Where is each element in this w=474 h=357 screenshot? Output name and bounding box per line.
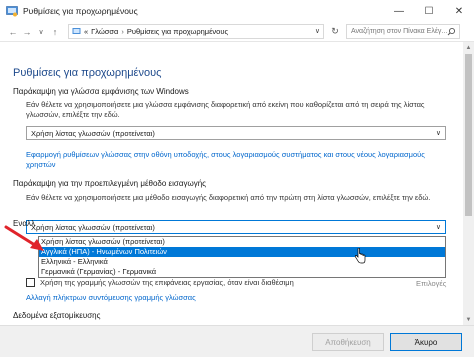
page-title: Ρυθμίσεις για προχωρημένους [13,67,162,79]
search-icon[interactable] [447,27,456,36]
cancel-button[interactable]: Άκυρο [390,333,462,351]
language-bar-checkbox-label[interactable]: Χρήση της γραμμής γλωσσών της επιφάνειας… [40,278,294,287]
display-override-heading: Παράκαμψη για γλώσσα εμφάνισης των Windo… [13,87,189,96]
close-button[interactable]: ✕ [444,0,474,22]
footer-bar: Αποθήκευση Άκυρο [0,325,474,357]
change-hotkeys-link[interactable]: Αλλαγή πλήκτρων συντόμευσης γραμμής γλώσ… [26,293,426,303]
control-panel-small-icon [72,28,81,34]
refresh-icon[interactable]: ↻ [328,24,342,39]
display-override-description: Εάν θέλετε να χρησιμοποιήσετε μια γλώσσα… [26,100,425,119]
scroll-up-arrow-icon[interactable]: ▲ [463,42,474,53]
personalization-heading: Δεδομένα εξατομίκευσης [13,311,101,320]
breadcrumb-separator-icon: › [121,27,124,36]
forward-arrow-icon[interactable]: → [20,24,34,40]
language-bar-options-link[interactable]: Επιλογές [416,279,446,288]
address-field[interactable]: « Γλώσσα › Ρυθμίσεις για προχωρημένους ∨ [68,24,324,39]
input-override-description: Εάν θέλετε να χρησιμοποιήσετε μια μέθοδο… [26,193,431,202]
hand-cursor-icon [355,248,366,264]
search-placeholder: Αναζήτηση στον Πίνακα Ελέγ... [351,28,448,35]
back-arrow-icon[interactable]: ← [6,24,20,40]
scroll-down-arrow-icon[interactable]: ▼ [463,314,474,325]
dropdown-option-german[interactable]: Γερμανικά (Γερμανίας) - Γερμανικά [39,267,445,277]
recent-locations-chevron-icon[interactable]: ∨ [34,24,48,40]
chevron-down-icon[interactable]: ∨ [436,223,441,231]
up-arrow-icon[interactable]: ↑ [48,24,62,40]
language-bar-checkbox-row[interactable]: Χρήση της γραμμής γλωσσών της επιφάνειας… [26,278,294,287]
maximize-button[interactable]: ☐ [414,0,444,22]
save-button[interactable]: Αποθήκευση [312,333,384,351]
address-dropdown-chevron-icon[interactable]: ∨ [315,27,320,35]
display-language-value: Χρήση λίστας γλωσσών (προτείνεται) [31,128,155,138]
search-input[interactable]: Αναζήτηση στον Πίνακα Ελέγ... [346,24,460,39]
address-bar-row: ← → ∨ ↑ « Γλώσσα › Ρυθμίσεις για προχωρη… [0,22,474,42]
title-bar: Ρυθμίσεις για προχωρημένους — ☐ ✕ [0,0,474,22]
minimize-button[interactable]: — [384,0,414,22]
scrollbar-thumb[interactable] [465,54,472,216]
display-language-combo[interactable]: Χρήση λίστας γλωσσών (προτείνεται) ∨ [26,126,446,140]
apply-language-settings-link[interactable]: Εφαρμογή ρυθμίσεων γλώσσας στην οθόνη υπ… [26,150,426,170]
breadcrumb-root-marker[interactable]: « [84,27,88,36]
dropdown-option-english-us[interactable]: Αγγλικά (ΗΠΑ) - Ηνωμένων Πολιτειών [39,247,445,257]
red-annotation-arrow-icon [4,225,44,251]
window-title: Ρυθμίσεις για προχωρημένους [23,6,138,16]
dropdown-option-greek[interactable]: Ελληνικά - Ελληνικά [39,257,445,267]
input-method-combo[interactable]: Χρήση λίστας γλωσσών (προτείνεται) ∨ [26,220,446,234]
input-override-heading: Παράκαμψη για την προεπιλεγμένη μέθοδο ε… [13,179,206,188]
vertical-scrollbar[interactable]: ▲ ▼ [463,42,474,325]
input-method-dropdown-list[interactable]: Χρήση λίστας γλωσσών (προτείνεται) Αγγλι… [38,236,446,278]
dropdown-option-language-list[interactable]: Χρήση λίστας γλωσσών (προτείνεται) [39,237,445,247]
chevron-down-icon[interactable]: ∨ [436,129,441,137]
breadcrumb-language[interactable]: Γλώσσα [91,27,118,36]
control-panel-icon [6,6,18,17]
language-bar-checkbox[interactable] [26,278,35,287]
breadcrumb-advanced-settings[interactable]: Ρυθμίσεις για προχωρημένους [127,27,228,36]
